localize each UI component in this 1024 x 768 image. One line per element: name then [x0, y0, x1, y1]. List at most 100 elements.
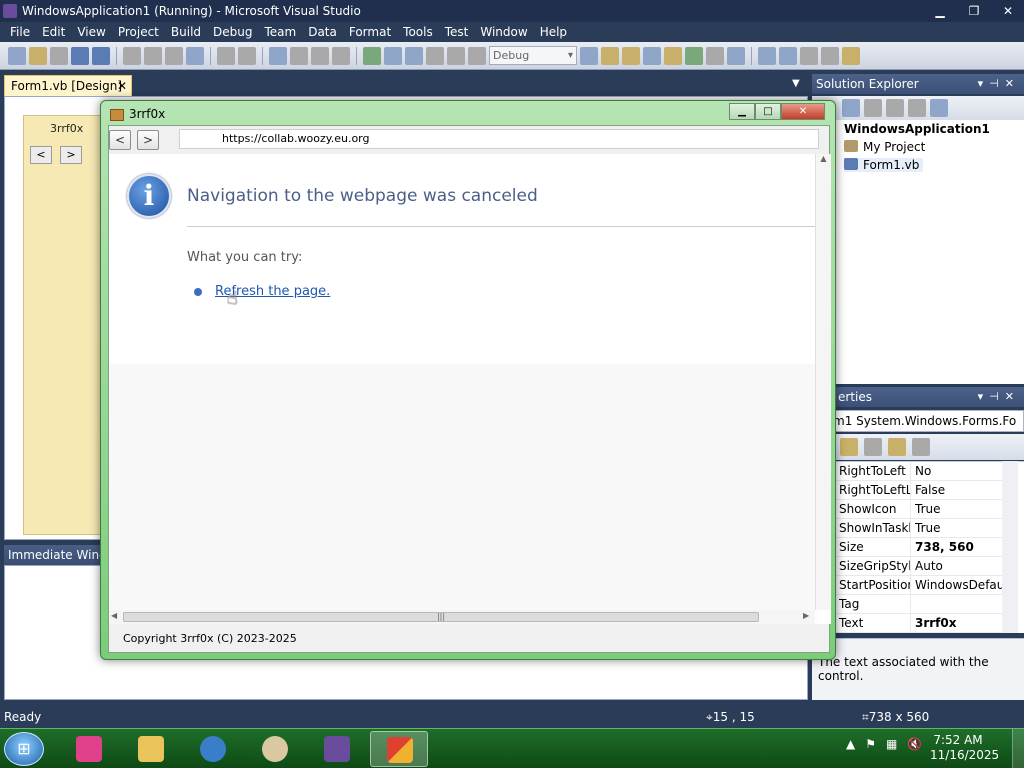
- se-view-code-icon[interactable]: [908, 99, 926, 117]
- class-view-icon[interactable]: [685, 46, 703, 65]
- network-icon[interactable]: ▦: [886, 737, 897, 751]
- taskbar-app-ie[interactable]: [184, 731, 242, 767]
- taskbar-app-1[interactable]: [60, 731, 118, 767]
- tab-form1-design[interactable]: Form1.vb [Design] ✕: [4, 75, 132, 96]
- taskbar-app-vs[interactable]: [308, 731, 366, 767]
- property-row[interactable]: Tag: [812, 595, 1002, 614]
- align-icon[interactable]: [217, 46, 235, 65]
- cut-icon[interactable]: [123, 46, 141, 65]
- menu-debug[interactable]: Debug: [207, 22, 258, 42]
- menu-file[interactable]: File: [4, 22, 36, 42]
- navigate-back-icon[interactable]: [311, 46, 329, 65]
- tree-my-project[interactable]: My Project: [844, 140, 925, 154]
- menu-help[interactable]: Help: [534, 22, 573, 42]
- paste-icon[interactable]: [165, 46, 183, 65]
- back-button[interactable]: <: [109, 130, 131, 150]
- bring-front-icon[interactable]: [800, 46, 818, 65]
- solution-configuration-dropdown[interactable]: Debug: [489, 46, 577, 65]
- error-list-icon[interactable]: [706, 46, 724, 65]
- close-tab-icon[interactable]: ✕: [117, 76, 127, 96]
- design-forward-button[interactable]: >: [60, 146, 82, 164]
- se-view-designer-icon[interactable]: [930, 99, 948, 117]
- property-row[interactable]: Size 738, 560: [812, 538, 1002, 557]
- property-row[interactable]: StartPosition WindowsDefault: [812, 576, 1003, 595]
- add-item-icon[interactable]: [50, 46, 68, 65]
- design-back-button[interactable]: <: [30, 146, 52, 164]
- browser-vertical-scrollbar[interactable]: ▲: [815, 154, 831, 610]
- print-icon[interactable]: [186, 46, 204, 65]
- undo-icon[interactable]: [269, 46, 287, 65]
- property-row[interactable]: ShowInTaskb True: [812, 519, 1002, 538]
- property-value[interactable]: False: [915, 481, 1003, 499]
- tree-project-root[interactable]: WindowsApplication1: [844, 122, 990, 136]
- menu-format[interactable]: Format: [343, 22, 397, 42]
- property-value[interactable]: WindowsDefault: [915, 576, 1003, 594]
- menu-window[interactable]: Window: [474, 22, 533, 42]
- step-over-icon[interactable]: [447, 46, 465, 65]
- menu-build[interactable]: Build: [165, 22, 207, 42]
- web-browser-control[interactable]: i Navigation to the webpage was canceled…: [109, 154, 831, 624]
- property-value[interactable]: Auto: [915, 557, 1003, 575]
- properties-object-selector[interactable]: m1 System.Windows.Forms.Fo: [812, 410, 1024, 432]
- se-refresh-icon[interactable]: [864, 99, 882, 117]
- property-value[interactable]: 3rrf0x: [915, 614, 1003, 632]
- start-button[interactable]: ⊞: [4, 732, 44, 766]
- save-icon[interactable]: [71, 46, 89, 65]
- step-out-icon[interactable]: [468, 46, 486, 65]
- se-properties-icon[interactable]: [842, 99, 860, 117]
- taskbar-clock[interactable]: 7:52 AM 11/16/2025: [930, 733, 999, 763]
- browser-horizontal-scrollbar[interactable]: ◀ ||| ▶: [109, 610, 815, 624]
- show-desktop-button[interactable]: [1012, 729, 1024, 768]
- object-browser-icon[interactable]: [643, 46, 661, 65]
- maximize-button[interactable]: ❐: [964, 0, 984, 22]
- tree-form1[interactable]: Form1.vb: [844, 158, 924, 172]
- send-back-icon[interactable]: [821, 46, 839, 65]
- property-value[interactable]: 738, 560: [915, 538, 1003, 556]
- step-into-icon[interactable]: [426, 46, 444, 65]
- taskbar-app-explorer[interactable]: [122, 731, 180, 767]
- menu-team[interactable]: Team: [258, 22, 302, 42]
- property-value[interactable]: True: [915, 519, 1003, 537]
- form-maximize-button[interactable]: □: [755, 103, 781, 120]
- navigate-forward-icon[interactable]: [332, 46, 350, 65]
- minimize-button[interactable]: ▁: [930, 0, 950, 22]
- properties-view-icon[interactable]: [864, 438, 882, 456]
- format-icon[interactable]: [238, 46, 256, 65]
- copy-icon[interactable]: [144, 46, 162, 65]
- menu-tools[interactable]: Tools: [397, 22, 439, 42]
- alphabetical-sort-icon[interactable]: [840, 438, 858, 456]
- open-file-icon[interactable]: [29, 46, 47, 65]
- scroll-right-icon[interactable]: ▶: [803, 611, 809, 620]
- url-address-field[interactable]: https://collab.woozy.eu.org: [179, 129, 819, 149]
- taskbar-app-form[interactable]: [370, 731, 428, 767]
- layout-icon[interactable]: [758, 46, 776, 65]
- menu-data[interactable]: Data: [302, 22, 343, 42]
- property-row[interactable]: SizeGripStyle Auto: [812, 557, 1002, 576]
- property-row[interactable]: Text 3rrf0x: [812, 614, 1002, 633]
- menu-project[interactable]: Project: [112, 22, 165, 42]
- close-button[interactable]: ✕: [998, 0, 1018, 22]
- menu-edit[interactable]: Edit: [36, 22, 71, 42]
- property-value[interactable]: True: [915, 500, 1003, 518]
- start-debugging-icon[interactable]: [363, 46, 381, 65]
- pause-icon[interactable]: [384, 46, 402, 65]
- toolbox-icon[interactable]: [664, 46, 682, 65]
- solution-explorer-icon[interactable]: [601, 46, 619, 65]
- property-row[interactable]: RightToLeftLa False: [812, 481, 1002, 500]
- lock-controls-icon[interactable]: [842, 46, 860, 65]
- form-close-button[interactable]: ✕: [781, 103, 825, 120]
- taskbar-app-paint[interactable]: [246, 731, 304, 767]
- tray-expand-icon[interactable]: ▲: [846, 737, 855, 751]
- property-row[interactable]: RightToLeft No: [812, 462, 1002, 481]
- stop-icon[interactable]: [405, 46, 423, 65]
- output-window-icon[interactable]: [727, 46, 745, 65]
- forward-button[interactable]: >: [137, 130, 159, 150]
- scroll-left-icon[interactable]: ◀: [111, 611, 117, 620]
- se-show-all-icon[interactable]: [886, 99, 904, 117]
- new-project-icon[interactable]: [8, 46, 26, 65]
- form-minimize-button[interactable]: ▁: [729, 103, 755, 120]
- events-lightning-icon[interactable]: [888, 438, 906, 456]
- action-center-flag-icon[interactable]: ⚑: [865, 737, 876, 751]
- volume-muted-icon[interactable]: 🔇: [907, 737, 922, 751]
- horizontal-scroll-thumb[interactable]: |||: [123, 612, 759, 622]
